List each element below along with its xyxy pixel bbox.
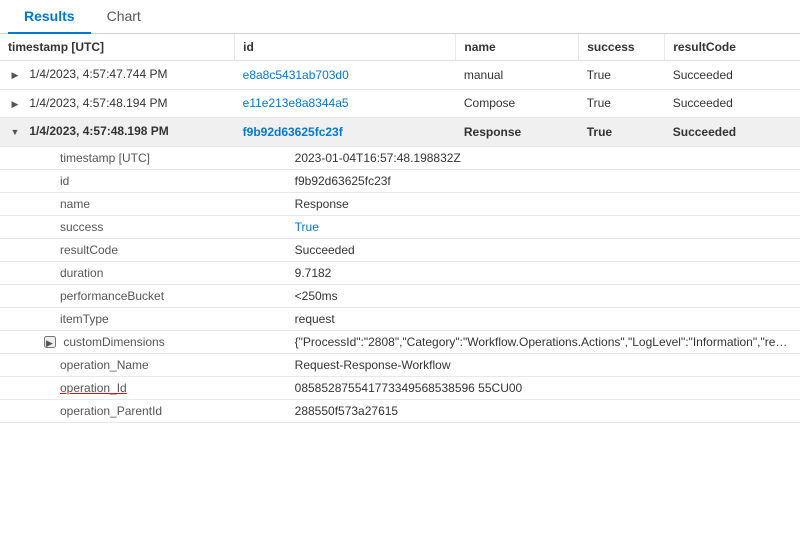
- cell-timestamp: 1/4/2023, 4:57:47.744 PM: [0, 61, 235, 90]
- detail-key: id: [0, 169, 235, 192]
- detail-value: request: [235, 307, 800, 330]
- cell-name: Response: [456, 118, 579, 147]
- detail-value: 9.7182: [235, 261, 800, 284]
- results-table-container: timestamp [UTC] id name success resultCo…: [0, 34, 800, 532]
- detail-row-id: id f9b92d63625fc23f: [0, 169, 800, 192]
- col-header-timestamp: timestamp [UTC]: [0, 34, 235, 61]
- cell-timestamp: 1/4/2023, 4:57:48.194 PM: [0, 89, 235, 118]
- cell-timestamp: 1/4/2023, 4:57:48.198 PM: [0, 118, 235, 147]
- cell-success: True: [579, 89, 665, 118]
- cell-success: True: [579, 61, 665, 90]
- detail-key: operation_ParentId: [0, 399, 235, 422]
- cell-resultcode: Succeeded: [665, 61, 800, 90]
- cell-id: e11e213e8a8344a5: [235, 89, 456, 118]
- tab-chart[interactable]: Chart: [91, 0, 157, 34]
- detail-value: <250ms: [235, 284, 800, 307]
- detail-value: 2023-01-04T16:57:48.198832Z: [235, 146, 800, 169]
- col-header-name: name: [456, 34, 579, 61]
- cell-name: Compose: [456, 89, 579, 118]
- expand-button[interactable]: [8, 97, 22, 111]
- detail-row-timestamp: timestamp [UTC] 2023-01-04T16:57:48.1988…: [0, 146, 800, 169]
- detail-key: customDimensions: [0, 330, 235, 353]
- detail-key: success: [0, 215, 235, 238]
- table-header-row: timestamp [UTC] id name success resultCo…: [0, 34, 800, 61]
- detail-key: performanceBucket: [0, 284, 235, 307]
- app-container: Results Chart timestamp [UTC] id name su…: [0, 0, 800, 532]
- detail-row-resultcode: resultCode Succeeded: [0, 238, 800, 261]
- detail-value: f9b92d63625fc23f: [235, 169, 800, 192]
- detail-value: Request-Response-Workflow: [235, 353, 800, 376]
- expand-button[interactable]: [8, 69, 22, 83]
- detail-value: True: [235, 215, 800, 238]
- detail-row-duration: duration 9.7182: [0, 261, 800, 284]
- table-row: 1/4/2023, 4:57:48.194 PM e11e213e8a8344a…: [0, 89, 800, 118]
- results-table: timestamp [UTC] id name success resultCo…: [0, 34, 800, 423]
- detail-value: 085852875541773349568538596 55CU00: [235, 376, 800, 399]
- expand-custom-dimensions-button[interactable]: [44, 336, 56, 348]
- col-header-success: success: [579, 34, 665, 61]
- detail-key: itemType: [0, 307, 235, 330]
- detail-value: Succeeded: [235, 238, 800, 261]
- cell-id: e8a8c5431ab703d0: [235, 61, 456, 90]
- detail-key: name: [0, 192, 235, 215]
- detail-row-operation-parentid: operation_ParentId 288550f573a27615: [0, 399, 800, 422]
- detail-row-success: success True: [0, 215, 800, 238]
- detail-row-operation-name: operation_Name Request-Response-Workflow: [0, 353, 800, 376]
- detail-key: duration: [0, 261, 235, 284]
- tab-results[interactable]: Results: [8, 0, 91, 34]
- detail-key: resultCode: [0, 238, 235, 261]
- table-row: 1/4/2023, 4:57:48.198 PM f9b92d63625fc23…: [0, 118, 800, 147]
- expand-button[interactable]: [8, 126, 22, 140]
- cell-resultcode: Succeeded: [665, 89, 800, 118]
- detail-row-itemtype: itemType request: [0, 307, 800, 330]
- cell-success: True: [579, 118, 665, 147]
- detail-row-performancebucket: performanceBucket <250ms: [0, 284, 800, 307]
- detail-key: operation_Name: [0, 353, 235, 376]
- col-header-id: id: [235, 34, 456, 61]
- detail-value: 288550f573a27615: [235, 399, 800, 422]
- cell-id: f9b92d63625fc23f: [235, 118, 456, 147]
- cell-name: manual: [456, 61, 579, 90]
- detail-row-operation-id: operation_Id 085852875541773349568538596…: [0, 376, 800, 399]
- table-row: 1/4/2023, 4:57:47.744 PM e8a8c5431ab703d…: [0, 61, 800, 90]
- detail-row-customdimensions: customDimensions {"ProcessId":"2808","Ca…: [0, 330, 800, 353]
- detail-key: operation_Id: [0, 376, 235, 399]
- detail-key: timestamp [UTC]: [0, 146, 235, 169]
- detail-value: Response: [235, 192, 800, 215]
- cell-resultcode: Succeeded: [665, 118, 800, 147]
- detail-row-name: name Response: [0, 192, 800, 215]
- col-header-resultcode: resultCode: [665, 34, 800, 61]
- tab-bar: Results Chart: [0, 0, 800, 34]
- detail-value: {"ProcessId":"2808","Category":"Workflow…: [235, 330, 800, 353]
